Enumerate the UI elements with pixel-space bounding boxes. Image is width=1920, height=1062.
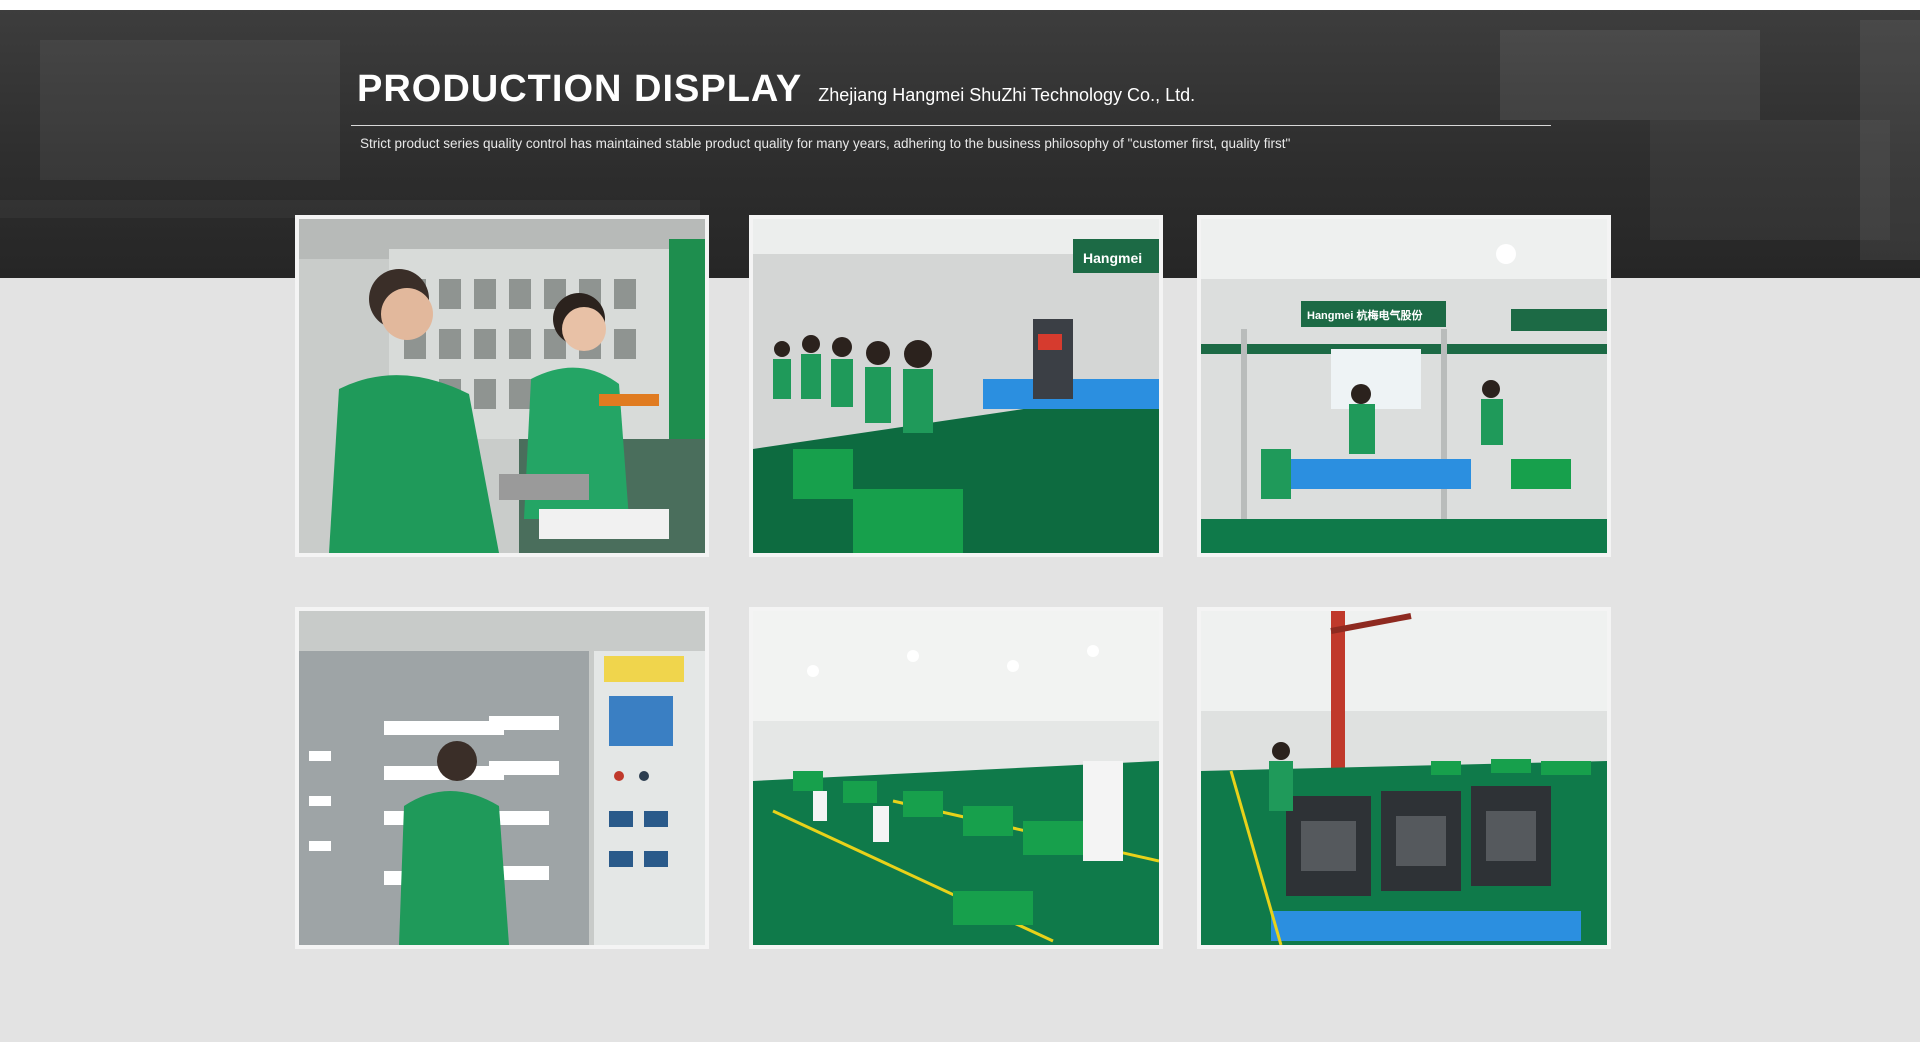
photo-aging-test-cabinet [299,611,705,945]
photo-production-racks: Hangmei 杭梅电气股份 [1201,219,1607,553]
photo-gallery: Hangmei Hangmei 杭梅电气股份 [0,0,1920,1062]
gallery-photo-2[interactable]: Hangmei [749,215,1163,557]
gallery-photo-4[interactable] [295,607,709,949]
gallery-photo-1[interactable] [295,215,709,557]
photo-meter-testing [299,219,705,553]
photo-workshop-overview [753,611,1159,945]
photo-breaker-assembly [1201,611,1607,945]
photo-3-brand-sign: Hangmei 杭梅电气股份 [1307,308,1424,322]
gallery-photo-5[interactable] [749,607,1163,949]
gallery-photo-6[interactable] [1197,607,1611,949]
photo-assembly-line: Hangmei [753,219,1159,553]
photo-2-brand-sign: Hangmei [1083,250,1142,266]
gallery-photo-3[interactable]: Hangmei 杭梅电气股份 [1197,215,1611,557]
bottom-strip [0,1042,1920,1062]
